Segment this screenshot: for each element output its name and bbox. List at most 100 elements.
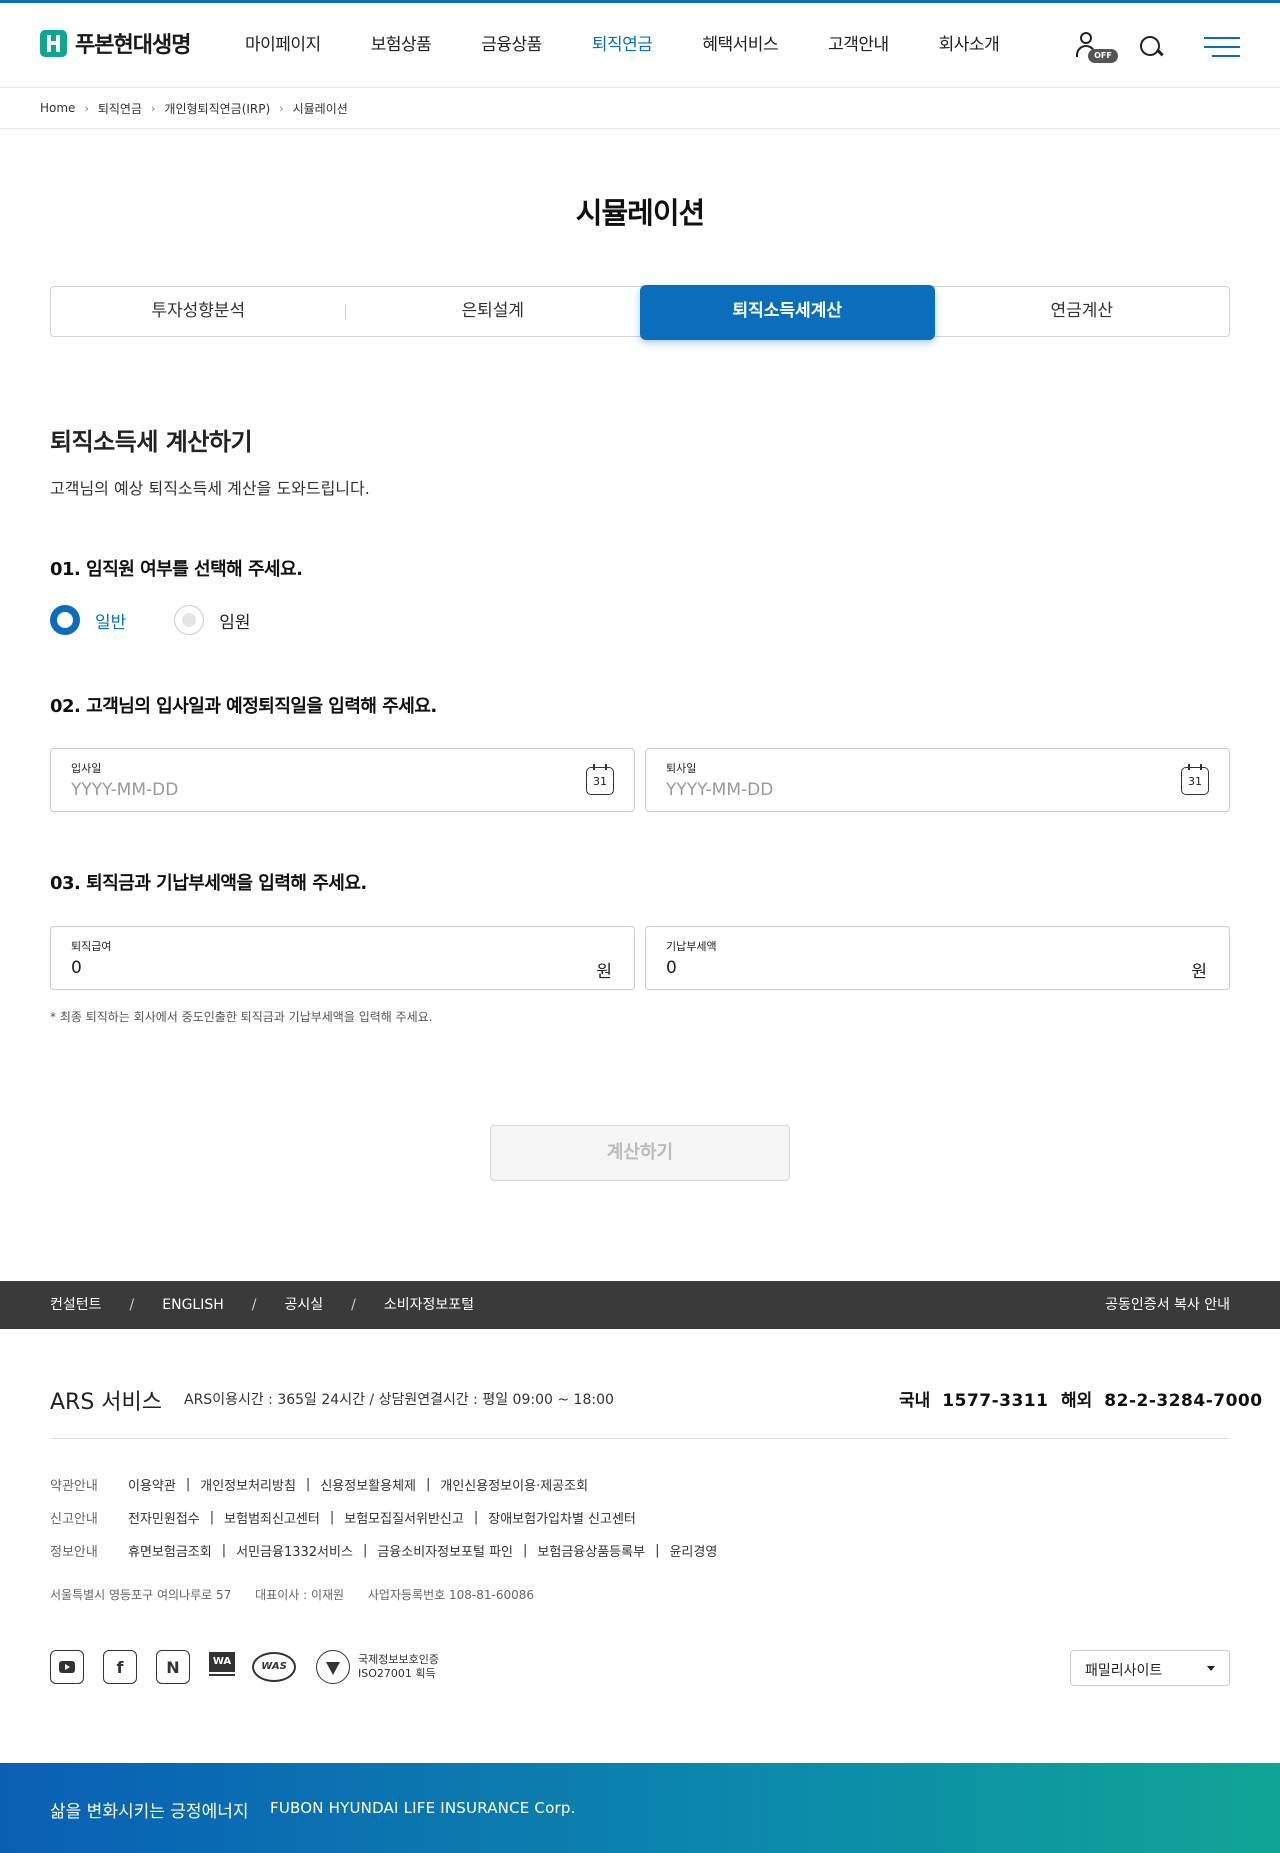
footer-link[interactable]: 휴면보험금조회 xyxy=(128,1541,212,1560)
youtube-icon[interactable] xyxy=(50,1650,84,1684)
footer-link[interactable]: 전자민원접수 xyxy=(128,1508,200,1527)
radio-executive[interactable]: 임원 xyxy=(174,605,251,635)
footer-link[interactable]: 보험금융상품등록부 xyxy=(537,1541,645,1560)
header-utilities: OFF xyxy=(1070,29,1240,65)
currency-unit: 원 xyxy=(596,962,612,982)
separator: / xyxy=(251,1297,257,1313)
footer-link-english[interactable]: ENGLISH xyxy=(162,1281,224,1329)
isms-line-2: ISO27001 획득 xyxy=(358,1667,436,1680)
main-nav: 마이페이지 보험상품 금융상품 퇴직연금 혜택서비스 고객안내 회사소개 xyxy=(245,3,1049,88)
family-site-label: 패밀리사이트 xyxy=(1085,1663,1163,1679)
footer-link[interactable]: 보험모집질서위반신고 xyxy=(344,1508,464,1527)
footer-bar: 컨설턴트 / ENGLISH / 공시실 / 소비자정보포털 공동인증서 복사 … xyxy=(0,1281,1280,1329)
tab-retirement-plan[interactable]: 은퇴설계 xyxy=(346,287,641,336)
footer-link-consultant[interactable]: 컨설턴트 xyxy=(50,1281,102,1329)
footer-link[interactable]: 신용정보활용체제 xyxy=(320,1475,416,1494)
footer-link[interactable]: 보험범죄신고센터 xyxy=(224,1508,320,1527)
sns-and-certs: f N WA WAS 국제정보보호인증 ISO27001 획득 xyxy=(50,1650,439,1684)
radio-general[interactable]: 일반 xyxy=(50,605,126,635)
isms-icon xyxy=(316,1650,350,1684)
breadcrumb-irp[interactable]: 개인형퇴직연금(IRP) xyxy=(164,100,270,117)
prepaid-tax-field[interactable]: 기납부세액 0 원 xyxy=(645,926,1230,990)
ars-description: ARS이용시간 : 365일 24시간 / 상담원연결시간 : 평일 09:00… xyxy=(184,1392,614,1408)
leave-date-field[interactable]: 퇴사일 YYYY-MM-DD 31 xyxy=(645,748,1230,812)
domestic-number: 1577-3311 xyxy=(942,1391,1049,1411)
question-3-title: 03. 퇴직금과 기납부세액을 입력해 주세요. xyxy=(50,873,367,894)
chevron-right-icon: › xyxy=(84,101,89,115)
tab-investment-profile[interactable]: 투자성향분석 xyxy=(51,287,346,336)
footer-link[interactable]: 윤리경영 xyxy=(669,1541,717,1560)
nav-mypage[interactable]: 마이페이지 xyxy=(245,3,321,88)
breadcrumb: Home › 퇴직연금 › 개인형퇴직연금(IRP) › 시뮬레이션 xyxy=(40,88,348,128)
footer-row-terms: 약관안내 이용약관 | 개인정보처리방침 | 신용정보활용체제 | 개인신용정보이용·… xyxy=(50,1475,589,1494)
tab-pension-calc[interactable]: 연금계산 xyxy=(935,287,1230,336)
ars-title: ARS 서비스 xyxy=(50,1390,163,1415)
overseas-phone: 해외 82-2-3284-7000 xyxy=(1061,1386,1263,1411)
prepaid-tax-input[interactable]: 0 xyxy=(666,958,677,978)
retirement-pay-field[interactable]: 퇴직급여 0 원 xyxy=(50,926,635,990)
overseas-number: 82-2-3284-7000 xyxy=(1104,1391,1263,1411)
tab-retirement-tax[interactable]: 퇴직소득세계산 xyxy=(640,285,935,340)
isms-line-1: 국제정보보호인증 xyxy=(358,1653,439,1666)
question-1-title: 01. 임직원 여부를 선택해 주세요. xyxy=(50,559,303,580)
section-description: 고객님의 예상 퇴직소득세 계산을 도와드립니다. xyxy=(50,479,370,498)
radio-unchecked-icon[interactable] xyxy=(174,605,205,635)
nav-insurance[interactable]: 보험상품 xyxy=(371,3,432,88)
currency-unit: 원 xyxy=(1191,962,1207,982)
calendar-icon[interactable]: 31 xyxy=(586,764,614,795)
separator: / xyxy=(129,1297,135,1313)
footer-link[interactable]: 개인신용정보이용·제공조회 xyxy=(440,1475,588,1494)
address: 서울특별시 영등포구 여의나루로 57 xyxy=(50,1588,232,1602)
join-date-field[interactable]: 입사일 YYYY-MM-DD 31 xyxy=(50,748,635,812)
user-login-icon[interactable]: OFF xyxy=(1070,29,1118,65)
footer-link-cert-copy[interactable]: 공동인증서 복사 안내 xyxy=(1105,1281,1230,1329)
divider xyxy=(50,1438,1230,1439)
company-address: 서울특별시 영등포구 여의나루로 57 대표이사 : 이재원 사업자등록번호 1… xyxy=(50,1586,554,1603)
calendar-icon[interactable]: 31 xyxy=(1181,764,1209,795)
question-2-title: 02. 고객님의 입사일과 예정퇴직일을 입력해 주세요. xyxy=(50,696,437,717)
footer-link[interactable]: 장애보험가입차별 신고센터 xyxy=(488,1508,636,1527)
nav-company[interactable]: 회사소개 xyxy=(939,3,1000,88)
calculate-button[interactable]: 계산하기 xyxy=(490,1125,790,1181)
employee-type-radio-group: 일반 임원 xyxy=(50,605,299,635)
logo-mark-icon xyxy=(40,29,67,57)
footer-link[interactable]: 이용약관 xyxy=(128,1475,176,1494)
join-date-label: 입사일 xyxy=(71,762,102,775)
footer-row-category: 정보안내 xyxy=(50,1545,98,1560)
footer-link[interactable]: 개인정보처리방침 xyxy=(200,1475,296,1494)
was-certification-icon: WAS xyxy=(252,1652,296,1682)
naver-blog-icon[interactable]: N xyxy=(156,1650,190,1684)
footer-link[interactable]: 서민금융1332서비스 xyxy=(236,1541,353,1560)
nav-benefits[interactable]: 혜택서비스 xyxy=(702,3,778,88)
family-site-select[interactable]: 패밀리사이트 xyxy=(1070,1650,1230,1686)
search-icon[interactable] xyxy=(1138,34,1164,60)
leave-date-input[interactable]: YYYY-MM-DD xyxy=(666,780,773,800)
logo[interactable]: 푸본현대생명 xyxy=(40,27,191,59)
nav-pension[interactable]: 퇴직연금 xyxy=(592,3,653,88)
footer-link[interactable]: 금융소비자정보포털 파인 xyxy=(377,1541,513,1560)
divider xyxy=(0,128,1280,129)
footer-brand-band: 삶을 변화시키는 긍정에너지 FUBON HYUNDAI LIFE INSURA… xyxy=(0,1763,1280,1853)
domestic-label: 국내 xyxy=(899,1391,931,1411)
nav-customer[interactable]: 고객안내 xyxy=(828,3,889,88)
breadcrumb-pension[interactable]: 퇴직연금 xyxy=(98,100,142,117)
footer-link-disclosure[interactable]: 공시실 xyxy=(284,1281,323,1329)
footer-row-category: 약관안내 xyxy=(50,1479,98,1494)
footer-row-category: 신고안내 xyxy=(50,1512,98,1527)
join-date-input[interactable]: YYYY-MM-DD xyxy=(71,780,178,800)
prepaid-tax-label: 기납부세액 xyxy=(666,940,717,953)
brand-slogan: 삶을 변화시키는 긍정에너지 xyxy=(50,1802,249,1822)
footer-row-report: 신고안내 전자민원접수 | 보험범죄신고센터 | 보험모집질서위반신고 | 장애보험가… xyxy=(50,1508,636,1527)
overseas-label: 해외 xyxy=(1061,1391,1093,1411)
breadcrumb-home[interactable]: Home xyxy=(40,101,75,115)
business-number: 사업자등록번호 108-81-60086 xyxy=(367,1588,534,1602)
facebook-icon[interactable]: f xyxy=(103,1650,137,1684)
page-title: 시뮬레이션 xyxy=(575,196,705,230)
nav-finance[interactable]: 금융상품 xyxy=(481,3,542,88)
radio-checked-icon[interactable] xyxy=(50,605,80,635)
hamburger-menu-icon[interactable] xyxy=(1204,35,1240,59)
footer-bar-links: 컨설턴트 / ENGLISH / 공시실 / 소비자정보포털 xyxy=(50,1281,474,1329)
retirement-pay-input[interactable]: 0 xyxy=(71,958,82,978)
footer-link-consumer-portal[interactable]: 소비자정보포털 xyxy=(384,1281,474,1329)
web-accessibility-mark-icon: WA xyxy=(209,1652,235,1682)
